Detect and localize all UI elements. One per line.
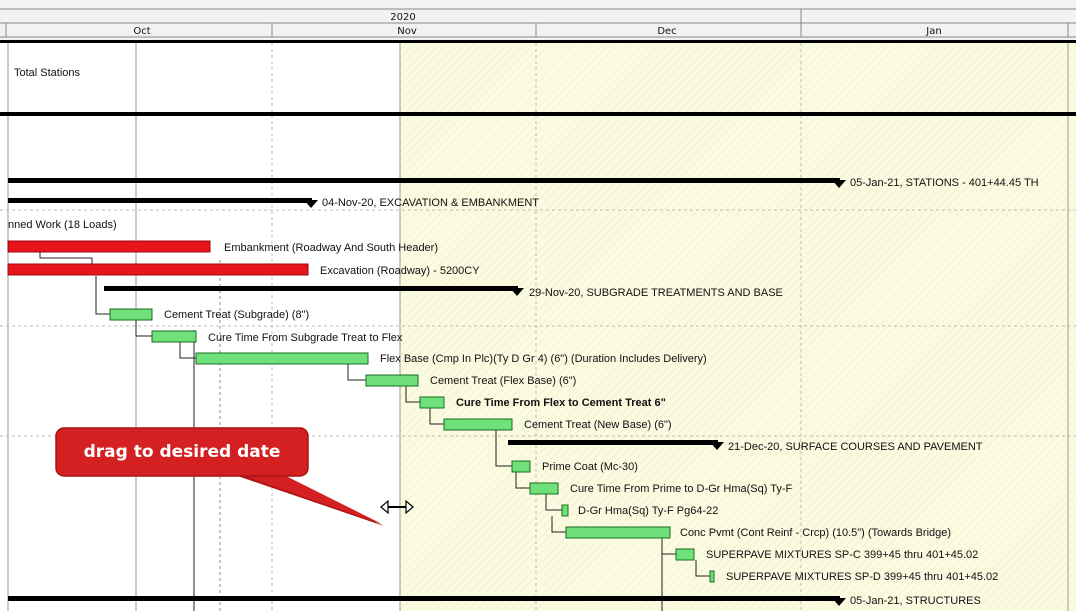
summary-bar[interactable] [8,596,840,601]
task-label: Cure Time From Prime to D-Gr Hma(Sq) Ty-… [570,483,793,495]
task-bar[interactable] [511,460,531,473]
task-bar[interactable] [419,396,445,409]
task-label: Prime Coat (Mc-30) [542,461,638,473]
task-bar[interactable] [529,482,559,495]
month-label-dec: Dec [657,26,676,37]
summary-label: 21-Dec-20, SURFACE COURSES AND PAVEMENT [728,441,983,453]
task-bar[interactable] [565,526,671,539]
summary-label: 05-Jan-21, STATIONS - 401+44.45 TH [850,177,1039,189]
row-label: Total Stations [14,67,81,79]
task-label: Cement Treat (Subgrade) (8") [164,309,309,321]
task-label: SUPERPAVE MIXTURES SP-C 399+45 thru 401+… [706,549,978,561]
task-bar[interactable] [195,352,369,365]
task-label: Embankment (Roadway And South Header) [224,242,438,254]
task-bar[interactable] [365,374,419,387]
task-label: Conc Pvmt (Cont Reinf - Crcp) (10.5") (T… [680,527,951,539]
task-label: Cure Time From Subgrade Treat to Flex [208,332,403,344]
task-bar[interactable] [561,504,569,517]
year-label: 2020 [390,12,415,23]
gantt-chart[interactable]: 2020 Oct Nov Dec Jan Total Stations 05-J… [0,0,1076,611]
summary-label: 29-Nov-20, SUBGRADE TREATMENTS AND BASE [529,287,783,299]
task-label: Cure Time From Flex to Cement Treat 6" [456,397,666,409]
task-bar[interactable] [109,308,153,321]
task-label: SUPERPAVE MIXTURES SP-D 399+45 thru 401+… [726,571,998,583]
task-label: D-Gr Hma(Sq) Ty-F Pg64-22 [578,505,718,517]
task-label: Cement Treat (Flex Base) (6") [430,375,576,387]
month-label-nov: Nov [397,26,417,37]
task-label: Excavation (Roadway) - 5200CY [320,265,480,277]
summary-label: 05-Jan-21, STRUCTURES [850,595,981,607]
summary-bar[interactable] [508,440,718,445]
summary-label: 04-Nov-20, EXCAVATION & EMBANKMENT [322,197,539,209]
summary-bar[interactable] [104,286,518,291]
timescale-header: 2020 Oct Nov Dec Jan [0,0,1076,40]
summary-bar[interactable] [8,198,312,203]
summary-bar[interactable] [8,178,840,183]
task-bar[interactable] [675,548,695,561]
row-label: nned Work (18 Loads) [8,219,117,231]
task-label: Cement Treat (New Base) (6") [524,419,672,431]
task-bar[interactable] [709,570,715,583]
task-bar[interactable] [151,330,197,343]
resize-horizontal-icon [380,499,414,515]
task-bar[interactable] [443,418,513,431]
summary-end-marker [304,200,318,208]
task-label: Flex Base (Cmp In Plc)(Ty D Gr 4) (6") (… [380,353,707,365]
critical-task-bar[interactable] [7,263,309,276]
month-label-jan: Jan [925,26,941,37]
header-bottom-bar [0,40,1076,43]
critical-task-bar[interactable] [7,240,211,253]
month-label-oct: Oct [133,26,150,37]
